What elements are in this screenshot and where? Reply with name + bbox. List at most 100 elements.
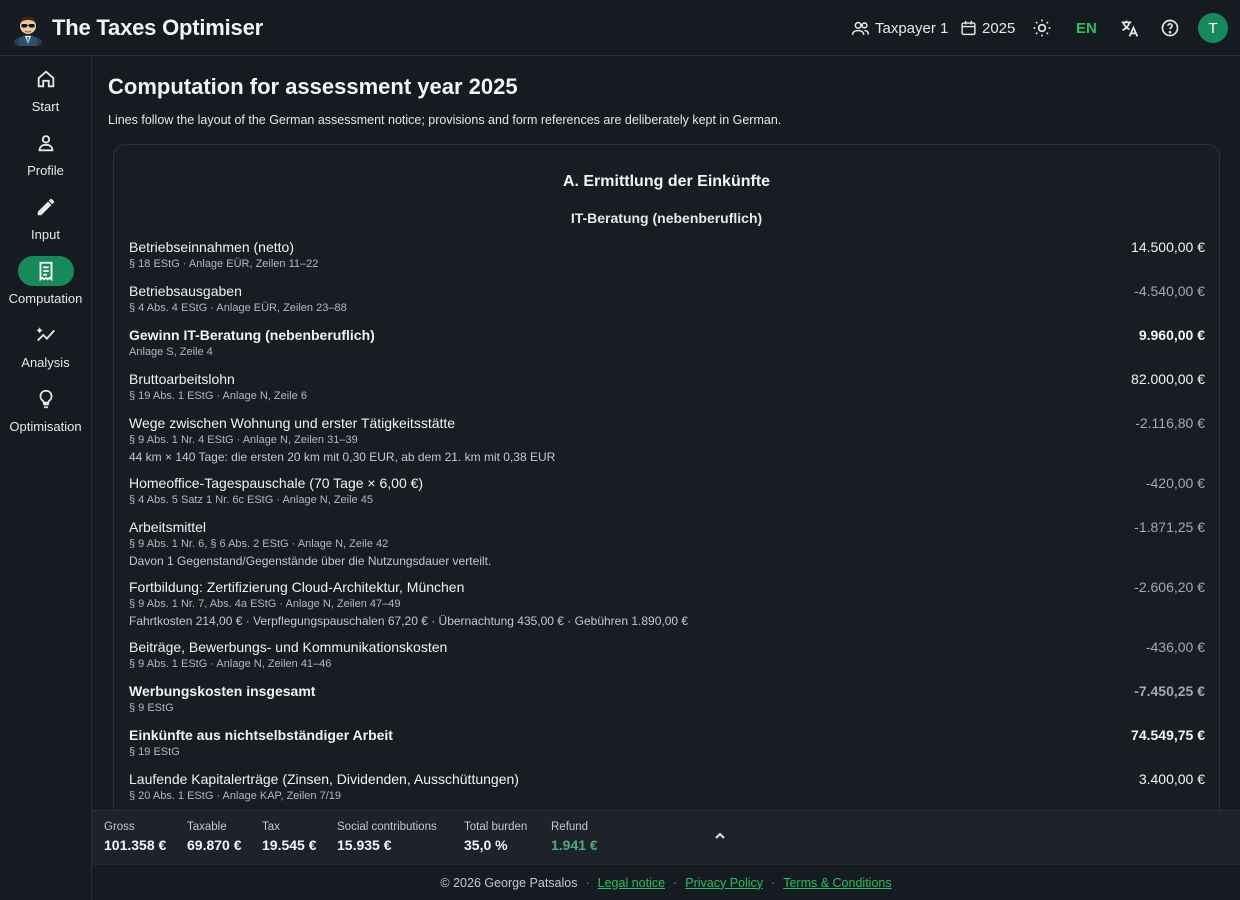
- row-label: Einkünfte aus nichtselbständiger Arbeit: [129, 727, 393, 743]
- sidebar: Start Profile Input Computation Analysis…: [0, 56, 92, 900]
- row-amount: -1.871,25 €: [1134, 519, 1205, 535]
- row-amount: -2.116,80 €: [1135, 415, 1205, 431]
- summary-value: 69.870 €: [187, 837, 242, 853]
- footer-separator: ·: [585, 875, 590, 890]
- row-reference: Anlage S, Zeile 4: [129, 346, 213, 358]
- group-title: IT-Beratung (nebenberuflich): [570, 210, 763, 226]
- row-label: Beiträge, Bewerbungs- und Kommunikations…: [129, 639, 448, 655]
- calendar-icon: [961, 20, 976, 36]
- summary-value: 101.358 €: [104, 837, 167, 853]
- table-row: Arbeitsmittel § 9 Abs. 1 Nr. 6, § 6 Abs.…: [129, 518, 1205, 569]
- summary-label: Refund: [551, 821, 589, 833]
- translate-button[interactable]: [1119, 16, 1140, 40]
- sidebar-item-computation[interactable]: Computation: [0, 248, 91, 308]
- year-selector[interactable]: 2025: [960, 16, 1015, 40]
- sidebar-item-label: Computation: [8, 291, 83, 306]
- page-title: Computation for assessment year 2025: [108, 74, 518, 99]
- lightbulb-icon: [39, 389, 52, 409]
- footer-separator: ·: [673, 875, 678, 890]
- footer: © 2026 George Patsalos · Legal notice · …: [92, 864, 1240, 900]
- sidebar-item-input[interactable]: Input: [0, 184, 91, 244]
- row-label: Wege zwischen Wohnung und erster Tätigke…: [129, 415, 456, 431]
- row-amount: -2.606,20 €: [1134, 579, 1205, 595]
- row-reference: § 19 EStG: [129, 746, 180, 758]
- row-label: Betriebseinnahmen (netto): [129, 239, 294, 255]
- row-reference: § 9 Abs. 1 Nr. 4 EStG · Anlage N, Zeilen…: [129, 434, 358, 446]
- summary-value: 1.941 €: [551, 837, 598, 853]
- summary-label: Tax: [262, 821, 280, 833]
- sun-icon: [1033, 19, 1051, 37]
- row-reference: § 9 EStG: [129, 702, 174, 714]
- row-reference: § 20 Abs. 1 EStG · Anlage KAP, Zeilen 7/…: [129, 790, 341, 802]
- section-title: A. Ermittlung der Einkünfte: [562, 173, 771, 190]
- sidebar-item-start[interactable]: Start: [0, 56, 91, 116]
- privacy-policy-link[interactable]: Privacy Policy: [685, 876, 763, 890]
- row-reference: § 4 Abs. 4 EStG · Anlage EÜR, Zeilen 23–…: [129, 302, 347, 314]
- sidebar-item-profile[interactable]: Profile: [0, 120, 91, 180]
- expand-summary-button[interactable]: [712, 828, 728, 844]
- pencil-icon: [37, 198, 54, 216]
- year-label: 2025: [982, 19, 1016, 37]
- language-toggle[interactable]: EN: [1076, 16, 1097, 40]
- chevron-up-icon: [715, 832, 725, 839]
- row-label: Laufende Kapitalerträge (Zinsen, Dividen…: [129, 771, 519, 787]
- app-title: The Taxes Optimiser: [52, 15, 263, 40]
- person-icon: [38, 135, 53, 152]
- trend-icon: [35, 327, 55, 342]
- main-content[interactable]: Computation for assessment year 2025 Lin…: [92, 56, 1240, 810]
- table-row: Betriebseinnahmen (netto) § 18 EStG · An…: [129, 238, 1205, 272]
- summary-value: 35,0 %: [464, 837, 508, 853]
- app-header: The Taxes Optimiser Taxpayer 1 2025 EN T: [0, 0, 1240, 56]
- table-row: Beiträge, Bewerbungs- und Kommunikations…: [129, 638, 1205, 672]
- row-label: Homeoffice-Tagespauschale (70 Tage × 6,0…: [129, 475, 424, 491]
- legal-notice-link[interactable]: Legal notice: [598, 876, 665, 890]
- summary-tax: Tax 19.545 €: [262, 821, 317, 853]
- row-reference: § 9 Abs. 1 Nr. 7, Abs. 4a EStG · Anlage …: [129, 598, 401, 610]
- taxpayer-selector[interactable]: Taxpayer 1: [851, 16, 948, 40]
- summary-label: Taxable: [187, 821, 227, 833]
- sidebar-item-analysis[interactable]: Analysis: [0, 312, 91, 372]
- logo-avatar-icon[interactable]: [13, 12, 43, 48]
- row-reference: § 19 Abs. 1 EStG · Anlage N, Zeile 6: [129, 390, 307, 402]
- sidebar-item-label: Optimisation: [9, 419, 82, 434]
- row-amount: 14.500,00 €: [1131, 239, 1205, 255]
- row-note: 44 km × 140 Tage: die ersten 20 km mit 0…: [129, 450, 556, 464]
- summary-bar: Gross 101.358 € Taxable 69.870 € Tax 19.…: [92, 810, 1240, 864]
- copyright: © 2026 George Patsalos: [440, 875, 578, 890]
- table-row: Laufende Kapitalerträge (Zinsen, Dividen…: [129, 770, 1205, 804]
- table-row: Werbungskosten insgesamt § 9 EStG -7.450…: [129, 682, 1205, 716]
- summary-value: 15.935 €: [337, 837, 392, 853]
- sidebar-item-label: Start: [31, 99, 60, 114]
- people-icon: [851, 21, 870, 35]
- row-reference: § 18 EStG · Anlage EÜR, Zeilen 11–22: [129, 258, 319, 270]
- summary-burden: Total burden 35,0 %: [464, 821, 527, 853]
- row-amount: -420,00 €: [1145, 475, 1205, 491]
- summary-taxable: Taxable 69.870 €: [187, 821, 242, 853]
- terms-link[interactable]: Terms & Conditions: [783, 876, 891, 890]
- row-amount: 74.549,75 €: [1131, 727, 1205, 743]
- row-reference: § 9 Abs. 1 EStG · Anlage N, Zeilen 41–46: [129, 658, 332, 670]
- row-label: Arbeitsmittel: [129, 519, 207, 535]
- page-subtitle: Lines follow the layout of the German as…: [108, 113, 782, 127]
- receipt-icon: [39, 261, 52, 282]
- table-row: Gewinn IT-Beratung (nebenberuflich) Anla…: [129, 326, 1205, 360]
- help-icon: [1161, 19, 1179, 37]
- row-amount: 3.400,00 €: [1138, 771, 1205, 787]
- sidebar-item-optimisation[interactable]: Optimisation: [0, 376, 91, 436]
- translate-icon: [1121, 20, 1139, 37]
- row-label: Fortbildung: Zertifizierung Cloud-Archit…: [129, 579, 465, 595]
- summary-label: Total burden: [464, 821, 528, 833]
- table-row: Wege zwischen Wohnung und erster Tätigke…: [129, 414, 1205, 465]
- row-label: Bruttoarbeitslohn: [129, 371, 235, 387]
- summary-social: Social contributions 15.935 €: [337, 821, 437, 853]
- table-row: Bruttoarbeitslohn § 19 Abs. 1 EStG · Anl…: [129, 370, 1205, 404]
- table-row: Einkünfte aus nichtselbständiger Arbeit …: [129, 726, 1205, 760]
- theme-toggle-button[interactable]: [1032, 16, 1052, 40]
- user-avatar[interactable]: T: [1198, 13, 1228, 43]
- help-button[interactable]: [1160, 16, 1180, 40]
- row-note: Fahrtkosten 214,00 € · Verpflegungspausc…: [129, 614, 689, 628]
- sidebar-item-label: Profile: [27, 163, 64, 178]
- table-row: Fortbildung: Zertifizierung Cloud-Archit…: [129, 578, 1205, 629]
- home-icon: [37, 70, 54, 88]
- row-amount: -4.540,00 €: [1134, 283, 1205, 299]
